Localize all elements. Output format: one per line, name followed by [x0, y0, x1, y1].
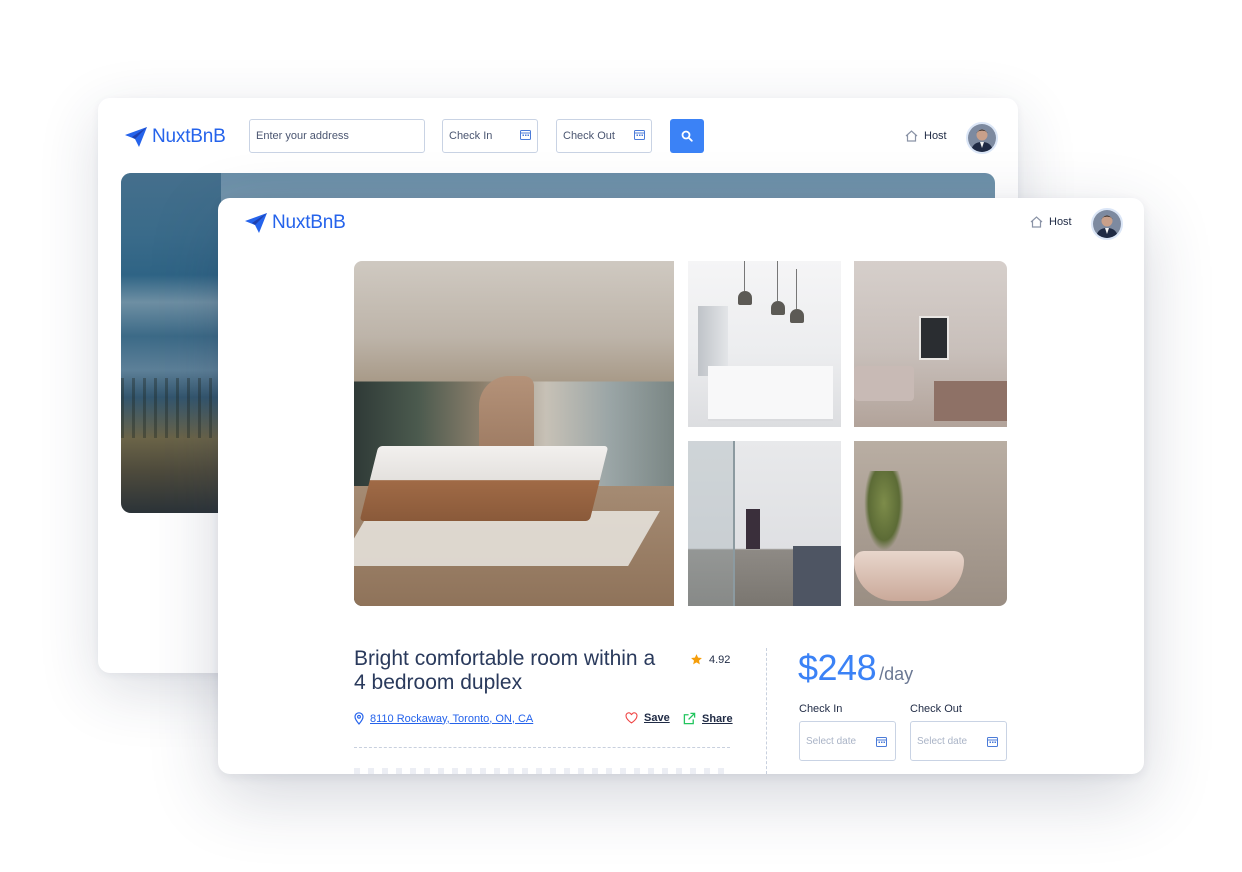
host-label: Host [924, 130, 947, 142]
home-icon [905, 130, 918, 142]
pendant-lamp [790, 269, 804, 323]
calendar-icon [987, 737, 998, 747]
wall-art [919, 316, 949, 360]
pendant-lamp [771, 261, 785, 315]
paper-plane-icon [245, 213, 267, 233]
price-unit: /day [879, 664, 914, 684]
listing-title: Bright comfortable room within a 4 bedro… [354, 647, 656, 694]
check-in-date-picker[interactable]: Select date [799, 721, 896, 761]
plant [864, 471, 904, 551]
check-in-label: Check In [799, 703, 843, 715]
host-link[interactable]: Host [905, 130, 947, 142]
front-logo[interactable]: NuxtBnB [244, 212, 346, 234]
shower-glass [688, 441, 735, 606]
bathtub [854, 551, 964, 601]
check-in-field[interactable]: Check In [442, 119, 538, 153]
bed [359, 446, 609, 521]
home-icon [1030, 216, 1043, 228]
address-search-input[interactable]: Enter your address [249, 119, 425, 153]
gallery-kitchen-photo[interactable] [688, 261, 841, 427]
brand-name: NuxtBnB [152, 126, 226, 147]
price-amount: $248 [798, 647, 877, 688]
gallery-bathroom-photo[interactable] [688, 441, 841, 606]
check-out-placeholder: Select date [917, 735, 968, 747]
sofa [854, 366, 914, 401]
beach-photo [121, 173, 221, 513]
check-in-label: Check In [449, 130, 493, 142]
rating-value: 4.92 [709, 653, 731, 666]
share-label: Share [702, 712, 733, 725]
save-button[interactable]: Save [625, 712, 670, 724]
address-link[interactable]: 8110 Rockaway, Toronto, ON, CA [354, 712, 533, 725]
gallery-bathtub-photo[interactable] [854, 441, 1007, 606]
heart-icon [625, 712, 638, 724]
calendar-icon [520, 130, 531, 140]
save-label: Save [644, 712, 670, 724]
address-text: 8110 Rockaway, Toronto, ON, CA [370, 712, 534, 725]
back-logo[interactable]: NuxtBnB [124, 126, 226, 148]
calendar-icon [634, 130, 645, 140]
paper-plane-icon [125, 127, 147, 147]
avatar[interactable] [966, 122, 998, 154]
check-out-field[interactable]: Check Out [556, 119, 652, 153]
star-icon [691, 654, 702, 665]
vertical-divider [766, 648, 767, 774]
check-in-placeholder: Select date [806, 735, 857, 747]
price: $248 /day [798, 647, 913, 689]
brand-name: NuxtBnB [272, 212, 346, 233]
map-pin-icon [354, 712, 364, 725]
check-out-label: Check Out [910, 703, 962, 715]
bed [934, 381, 1007, 421]
host-link[interactable]: Host [1030, 216, 1072, 228]
calendar-icon [876, 737, 887, 747]
search-icon [681, 130, 693, 142]
check-out-date-picker[interactable]: Select date [910, 721, 1007, 761]
rating: 4.92 [690, 653, 730, 666]
external-link-icon [683, 712, 696, 725]
gallery-bedroom-photo[interactable] [854, 261, 1007, 427]
pendant-lamp [738, 261, 752, 305]
towel [746, 509, 760, 549]
vanity [793, 546, 841, 606]
host-label: Host [1049, 216, 1072, 228]
search-button[interactable] [670, 119, 704, 153]
kitchen-island [708, 366, 833, 421]
avatar[interactable] [1091, 208, 1123, 240]
share-button[interactable]: Share [683, 712, 733, 725]
gallery-main-bedroom-photo[interactable] [354, 261, 674, 606]
check-out-label: Check Out [563, 130, 615, 142]
divider [354, 747, 730, 748]
faded-content-row [354, 768, 730, 774]
address-placeholder: Enter your address [256, 130, 349, 142]
